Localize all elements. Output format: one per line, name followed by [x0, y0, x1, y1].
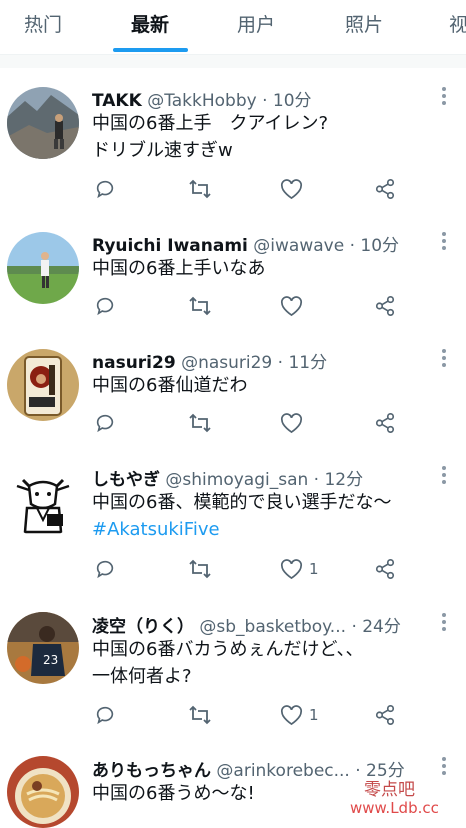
- retweet-icon[interactable]: [188, 175, 212, 203]
- watermark-title: 零点吧: [364, 780, 415, 800]
- tweet-text: 中国の6番、模範的で良い選手だな〜 #AkatsukiFive: [92, 489, 444, 543]
- active-tab-indicator: [113, 48, 188, 52]
- reply-icon[interactable]: [94, 292, 116, 320]
- avatar[interactable]: 23: [7, 612, 79, 684]
- user-name[interactable]: TAKK: [92, 91, 142, 111]
- like-icon[interactable]: 1: [280, 555, 319, 583]
- tweet-actions: [92, 292, 422, 320]
- tweet-actions: [92, 409, 422, 437]
- like-icon[interactable]: 1: [280, 701, 319, 729]
- tweet-header: nasuri29 @nasuri29 · 11分: [92, 348, 426, 373]
- avatar[interactable]: [7, 87, 79, 159]
- tweet[interactable]: TAKK @TakkHobby · 10分 中国の6番上手 クアイレン? ドリブ…: [0, 69, 466, 217]
- retweet-icon[interactable]: [188, 409, 212, 437]
- avatar[interactable]: [7, 756, 79, 828]
- user-handle[interactable]: @arinkorebec...: [216, 761, 349, 781]
- tweet-time: · 24分: [351, 617, 401, 637]
- tab-users[interactable]: 用户: [237, 10, 275, 37]
- like-count: 1: [309, 560, 319, 578]
- tab-hot[interactable]: 热门: [24, 10, 62, 37]
- tweet-actions: 1: [92, 555, 422, 583]
- reply-icon[interactable]: [94, 555, 116, 583]
- share-icon[interactable]: [374, 701, 396, 729]
- more-icon[interactable]: [442, 232, 448, 253]
- tab-latest[interactable]: 最新: [131, 10, 169, 37]
- user-name[interactable]: しもやぎ: [92, 470, 160, 490]
- share-icon[interactable]: [374, 292, 396, 320]
- tweet-header: しもやぎ @shimoyagi_san · 12分: [92, 465, 426, 490]
- retweet-icon[interactable]: [188, 701, 212, 729]
- like-icon[interactable]: [280, 409, 309, 437]
- reply-icon[interactable]: [94, 175, 116, 203]
- like-icon[interactable]: [280, 292, 309, 320]
- tweet-header: Ryuichi Iwanami @iwawave · 10分: [92, 231, 426, 256]
- like-count: 1: [309, 706, 319, 724]
- watermark-url: www.Ldb.cc: [350, 799, 439, 817]
- section-gap: [0, 55, 466, 68]
- avatar[interactable]: [7, 466, 79, 538]
- tweet-time: · 12分: [313, 470, 364, 490]
- tweet[interactable]: しもやぎ @shimoyagi_san · 12分 中国の6番、模範的で良い選手…: [0, 451, 466, 599]
- avatar[interactable]: [7, 232, 79, 304]
- user-name[interactable]: nasuri29: [92, 353, 176, 373]
- share-icon[interactable]: [374, 555, 396, 583]
- reply-icon[interactable]: [94, 409, 116, 437]
- tweet-time: · 11分: [277, 353, 328, 373]
- watermark: 零点吧 www.Ldb.cc: [350, 775, 466, 822]
- like-icon[interactable]: [280, 175, 309, 203]
- user-name[interactable]: ありもっちゃん: [92, 761, 211, 781]
- reply-icon[interactable]: [94, 701, 116, 729]
- tweet-actions: [92, 175, 422, 203]
- tweet[interactable]: Ryuichi Iwanami @iwawave · 10分 中国の6番上手いな…: [0, 216, 466, 335]
- user-handle[interactable]: @TakkHobby: [147, 91, 257, 111]
- retweet-icon[interactable]: [188, 292, 212, 320]
- more-icon[interactable]: [442, 349, 448, 370]
- user-name[interactable]: Ryuichi Iwanami: [92, 236, 248, 256]
- tweet-time: · 10分: [349, 236, 400, 256]
- avatar[interactable]: [7, 349, 79, 421]
- more-icon[interactable]: [442, 466, 448, 487]
- tweet[interactable]: nasuri29 @nasuri29 · 11分 中国の6番仙道だわ: [0, 334, 466, 452]
- tab-bar: 热门 最新 用户 照片 视: [0, 0, 466, 55]
- user-name[interactable]: 凌空（りく）: [92, 617, 194, 637]
- user-handle[interactable]: @iwawave: [253, 236, 344, 256]
- tab-videos[interactable]: 视: [449, 10, 466, 37]
- hashtag-link[interactable]: #AkatsukiFive: [92, 516, 444, 543]
- user-handle[interactable]: @shimoyagi_san: [165, 470, 308, 490]
- more-icon[interactable]: [442, 613, 448, 634]
- share-icon[interactable]: [374, 175, 396, 203]
- tweet-time: · 10分: [262, 91, 312, 111]
- tweet-text: 中国の6番上手 クアイレン? ドリブル速すぎw: [92, 113, 329, 161]
- user-handle[interactable]: @nasuri29: [181, 353, 272, 373]
- tab-photos[interactable]: 照片: [345, 10, 383, 37]
- share-icon[interactable]: [374, 409, 396, 437]
- tweet-text: 中国の6番バカうめぇんだけど、、 一体何者よ?: [92, 639, 364, 687]
- more-icon[interactable]: [442, 87, 448, 108]
- tweet-text: 中国の6番上手いなあ: [92, 258, 266, 279]
- svg-text:23: 23: [43, 653, 58, 667]
- retweet-icon[interactable]: [188, 555, 212, 583]
- tweet-header: 凌空（りく） @sb_basketboy... · 24分: [92, 612, 426, 637]
- tweet-text: 中国の6番仙道だわ: [92, 375, 248, 396]
- tweet-actions: 1: [92, 701, 422, 729]
- user-handle[interactable]: @sb_basketboy...: [199, 617, 346, 637]
- tweet[interactable]: 23 凌空（りく） @sb_basketboy... · 24分 中国の6番バカ…: [0, 598, 466, 745]
- tweet-header: TAKK @TakkHobby · 10分: [92, 86, 426, 111]
